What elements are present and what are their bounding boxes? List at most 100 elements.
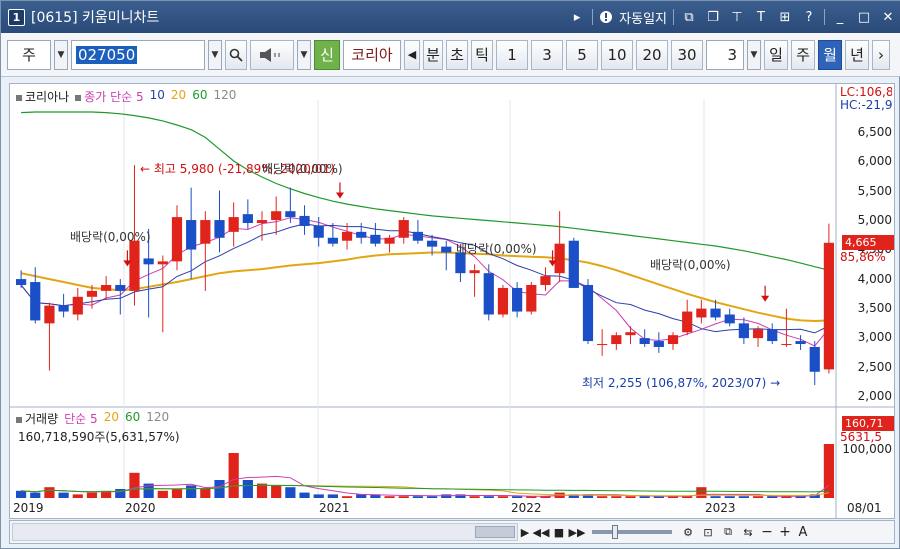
grid-icon[interactable]: ⊞ [776,8,794,26]
high-arrow-icon: ← [140,162,151,176]
search-icon [229,48,243,62]
volume-bar [44,487,55,498]
candle-body [667,335,679,345]
ma-legend-label: 종가 단순 [84,90,133,104]
candle-body [724,314,735,324]
zoom-slider[interactable] [592,525,672,539]
unit-button-day[interactable]: 일 [764,39,788,70]
help-icon[interactable]: ? [800,8,818,26]
unit-button-week[interactable]: 주 [791,39,815,70]
interval-button-3[interactable]: 3 [531,39,563,70]
zoom-out-icon[interactable]: − [758,523,776,541]
candle-body [44,305,55,324]
candle-body [767,329,778,342]
volume-legend-name[interactable]: 거래량 [16,410,58,427]
candle-body [157,261,168,265]
candle-body [497,287,509,315]
bookmark-icon[interactable]: ⊡ [698,523,718,541]
stock-code-input[interactable]: 027050 [71,39,205,70]
search-button[interactable] [225,39,247,70]
info-icon[interactable] [599,8,613,26]
stock-code-value[interactable]: 027050 [76,45,138,64]
chart-area[interactable]: 코리아나 종가 단순 5 10 20 60 120 ← 최고 5,980 (-2… [9,83,895,519]
candle-body [512,287,523,312]
dividend-arrow-head [335,192,344,199]
font-size-icon[interactable]: A [794,523,812,541]
volume-legend: 거래량 단순 5 20 60 120 [16,410,169,427]
y-tick-5000: 5,000 [857,213,892,227]
link-icon[interactable]: ⧉ [680,8,698,26]
volume-bar [412,496,424,498]
ma60-label: 60 [192,88,208,102]
new-listing-button[interactable]: 신 [314,39,340,70]
stop-icon[interactable]: ■ [550,523,568,541]
candle-body [186,220,197,250]
volume-bar [455,494,466,498]
settings-icon[interactable]: ⚙ [678,523,698,541]
candle-body [554,243,565,274]
volume-ma-legend[interactable]: 단순 5 [64,410,98,427]
scroll-right-icon[interactable]: ▶ [518,523,532,541]
count-input[interactable]: 3 [706,39,744,70]
speaker-dropdown-icon[interactable]: ▼ [297,39,311,70]
period-button-tick[interactable]: 틱 [471,39,493,70]
interval-button-5[interactable]: 5 [566,39,598,70]
horizontal-scrollbar[interactable] [12,523,518,541]
candle-body [653,341,664,347]
price-chart[interactable] [10,84,894,518]
copy-window-icon[interactable]: ❐ [704,8,722,26]
interval-button-30[interactable]: 30 [671,39,703,70]
scrollbar-thumb[interactable] [475,526,515,538]
market-type-dropdown-icon[interactable]: ▼ [54,39,68,70]
next-arrow-icon[interactable]: ▸ [568,8,586,26]
interval-button-20[interactable]: 20 [636,39,668,70]
prev-arrow-button[interactable]: ◀ [404,39,420,70]
auto-save-label[interactable]: 자동일지 [619,8,667,27]
candle-body [200,220,211,244]
layout-icon[interactable]: ⧉ [718,523,738,541]
zoom-slider-thumb[interactable] [612,525,618,539]
speaker-button[interactable] [250,39,294,70]
y-tick-6500: 6,500 [857,125,892,139]
volume-bar [299,492,310,498]
price-legend-name[interactable]: 코리아나 [16,88,69,105]
text-icon[interactable]: T [752,8,770,26]
fast-forward-icon[interactable]: ▶▶ [568,523,586,541]
volume-bar [752,496,764,498]
unit-button-year[interactable]: 년 [845,39,869,70]
minimize-icon[interactable]: _ [831,8,849,26]
x-label-2021: 2021 [319,501,350,515]
market-type-select[interactable]: 주 [7,39,51,70]
y-tick-4000: 4,000 [857,272,892,286]
interval-button-1[interactable]: 1 [496,39,528,70]
x-label-2022: 2022 [511,501,542,515]
interval-button-10[interactable]: 10 [601,39,633,70]
stock-name-box[interactable]: 코리아 [343,39,401,70]
rewind-icon[interactable]: ◀◀ [532,523,550,541]
unit-button-month[interactable]: 월 [818,39,842,70]
volume-bar [313,494,324,498]
maximize-icon[interactable]: □ [855,8,873,26]
count-dropdown-icon[interactable]: ▼ [747,39,761,70]
stock-code-dropdown-icon[interactable]: ▼ [208,39,222,70]
candle-body [823,242,835,370]
vol-ma20-label: 20 [103,410,119,424]
candle-body [625,332,636,336]
zoom-in-icon[interactable]: + [776,523,794,541]
candle-body [540,276,551,285]
title-bar: 1 [0615] 키움미니차트 ▸ 자동일지 ⧉ ❐ ⊤ T ⊞ ? _ □ ✕ [1,1,900,33]
period-button-minute[interactable]: 분 [423,39,443,70]
compare-icon[interactable]: ⇆ [738,523,758,541]
close-icon[interactable]: ✕ [879,8,897,26]
candle-body [356,231,367,238]
vol-ma120-label: 120 [146,410,170,424]
volume-bar [710,496,721,498]
period-button-second[interactable]: 초 [446,39,468,70]
ma60-line [21,111,830,271]
candle-body [682,311,693,333]
ma-legend[interactable]: 종가 단순 5 [75,88,144,105]
next-arrow-button[interactable]: › [872,39,890,70]
app-number-icon[interactable]: 1 [8,8,25,26]
low-annotation: 최저 2,255 (106,87%, 2023/07) → [582,374,780,391]
pin-icon[interactable]: ⊤ [728,8,746,26]
